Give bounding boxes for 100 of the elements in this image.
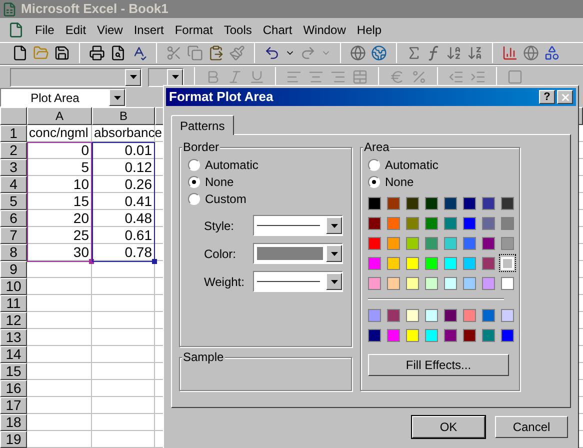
underline-icon[interactable] (249, 69, 265, 86)
color-swatch[interactable] (368, 216, 381, 230)
indent-increase-icon[interactable] (470, 69, 486, 86)
color-swatch[interactable] (501, 276, 514, 290)
chart-icon[interactable] (502, 45, 518, 62)
row-header[interactable]: 14 (0, 346, 27, 363)
color-swatch[interactable] (387, 236, 400, 250)
color-swatch[interactable] (387, 256, 400, 270)
color-swatch[interactable] (444, 196, 457, 210)
radio-button[interactable] (188, 158, 200, 170)
row-header[interactable]: 7 (0, 227, 27, 244)
color-swatch[interactable] (387, 308, 400, 322)
save-icon[interactable] (54, 45, 70, 62)
radio-button[interactable] (368, 158, 380, 170)
dropdown-button[interactable] (326, 245, 342, 262)
fill-effects-button[interactable]: Fill Effects... (368, 354, 509, 376)
row-header[interactable]: 13 (0, 329, 27, 346)
row-header[interactable]: 8 (0, 244, 27, 261)
new-file-icon[interactable] (12, 45, 28, 62)
align-center-icon[interactable] (308, 69, 324, 86)
color-swatch[interactable] (425, 236, 438, 250)
color-swatch[interactable] (368, 308, 381, 322)
row-header[interactable]: 19 (0, 431, 27, 448)
dialog-button[interactable]: Cancel (495, 416, 568, 438)
color-swatch[interactable] (444, 236, 457, 250)
row-header[interactable]: 18 (0, 414, 27, 431)
color-swatch[interactable] (387, 276, 400, 290)
color-swatch[interactable] (406, 256, 419, 270)
color-swatch[interactable] (425, 216, 438, 230)
row-header[interactable]: 9 (0, 261, 27, 278)
color-swatch[interactable] (463, 308, 476, 322)
radio-button[interactable] (188, 192, 200, 204)
color-swatch[interactable] (501, 236, 514, 250)
row-header[interactable]: 3 (0, 159, 27, 176)
color-swatch[interactable] (463, 276, 476, 290)
range-handle[interactable] (89, 259, 94, 264)
color-swatch[interactable] (406, 236, 419, 250)
row-header[interactable]: 2 (0, 142, 27, 159)
currency-icon[interactable] (389, 69, 405, 86)
row-header[interactable]: 1 (0, 125, 27, 142)
close-button[interactable] (557, 90, 573, 104)
color-swatch[interactable] (463, 256, 476, 270)
color-swatch[interactable] (368, 328, 381, 342)
menu-item[interactable]: Window (303, 20, 346, 39)
dropdown-button[interactable] (326, 217, 342, 234)
row-header[interactable]: 17 (0, 397, 27, 414)
help-button[interactable]: ? (539, 90, 555, 104)
color-swatch[interactable] (425, 256, 438, 270)
printer-icon[interactable] (89, 45, 105, 62)
color-swatch[interactable] (406, 196, 419, 210)
color-swatch[interactable] (482, 236, 495, 250)
color-swatch[interactable] (444, 216, 457, 230)
merge-icon[interactable] (352, 69, 368, 86)
color-swatch[interactable] (368, 236, 381, 250)
row-header[interactable]: 5 (0, 193, 27, 210)
color-swatch[interactable] (444, 256, 457, 270)
color-swatch[interactable] (482, 308, 495, 322)
color-swatch[interactable] (387, 328, 400, 342)
paste-icon[interactable] (208, 45, 224, 62)
row-header[interactable]: 10 (0, 278, 27, 295)
color-swatch[interactable] (444, 308, 457, 322)
copy-icon[interactable] (187, 45, 203, 62)
menu-item[interactable]: View (97, 20, 123, 39)
color-swatch[interactable] (482, 216, 495, 230)
color-swatch[interactable] (406, 216, 419, 230)
menu-item[interactable]: Chart (262, 20, 292, 39)
range-handle[interactable] (152, 259, 157, 264)
scissors-icon[interactable] (166, 45, 182, 62)
font-combo[interactable] (10, 68, 142, 87)
color-swatch[interactable] (482, 256, 495, 270)
dialog-button[interactable]: OK (412, 416, 485, 438)
color-swatch[interactable] (368, 196, 381, 210)
menu-item[interactable]: Edit (65, 20, 86, 39)
globe-icon[interactable] (350, 45, 366, 62)
line-dropdown[interactable] (253, 271, 343, 292)
color-swatch[interactable] (463, 236, 476, 250)
color-swatch[interactable] (425, 328, 438, 342)
color-swatch[interactable] (406, 276, 419, 290)
color-swatch[interactable] (501, 328, 514, 342)
color-swatch[interactable] (463, 328, 476, 342)
color-swatch[interactable] (425, 276, 438, 290)
color-swatch[interactable] (387, 216, 400, 230)
color-swatch[interactable] (501, 308, 514, 322)
name-box[interactable]: Plot Area (0, 88, 126, 107)
dropdown-button[interactable] (167, 68, 183, 86)
row-header[interactable]: 11 (0, 295, 27, 312)
drawing-icon[interactable] (544, 45, 560, 62)
color-swatch[interactable] (482, 328, 495, 342)
dropdown-button[interactable] (109, 89, 125, 106)
color-swatch[interactable] (368, 256, 381, 270)
row-header[interactable]: 16 (0, 380, 27, 397)
align-left-icon[interactable] (286, 69, 302, 86)
color-swatch[interactable] (444, 276, 457, 290)
document-icon[interactable] (8, 22, 24, 38)
sort-ascending-icon[interactable] (446, 45, 462, 62)
size-combo[interactable] (148, 68, 184, 87)
line-dropdown[interactable] (253, 215, 343, 236)
select-all-corner[interactable] (0, 107, 27, 125)
line-dropdown[interactable] (253, 243, 343, 264)
color-swatch[interactable] (368, 276, 381, 290)
